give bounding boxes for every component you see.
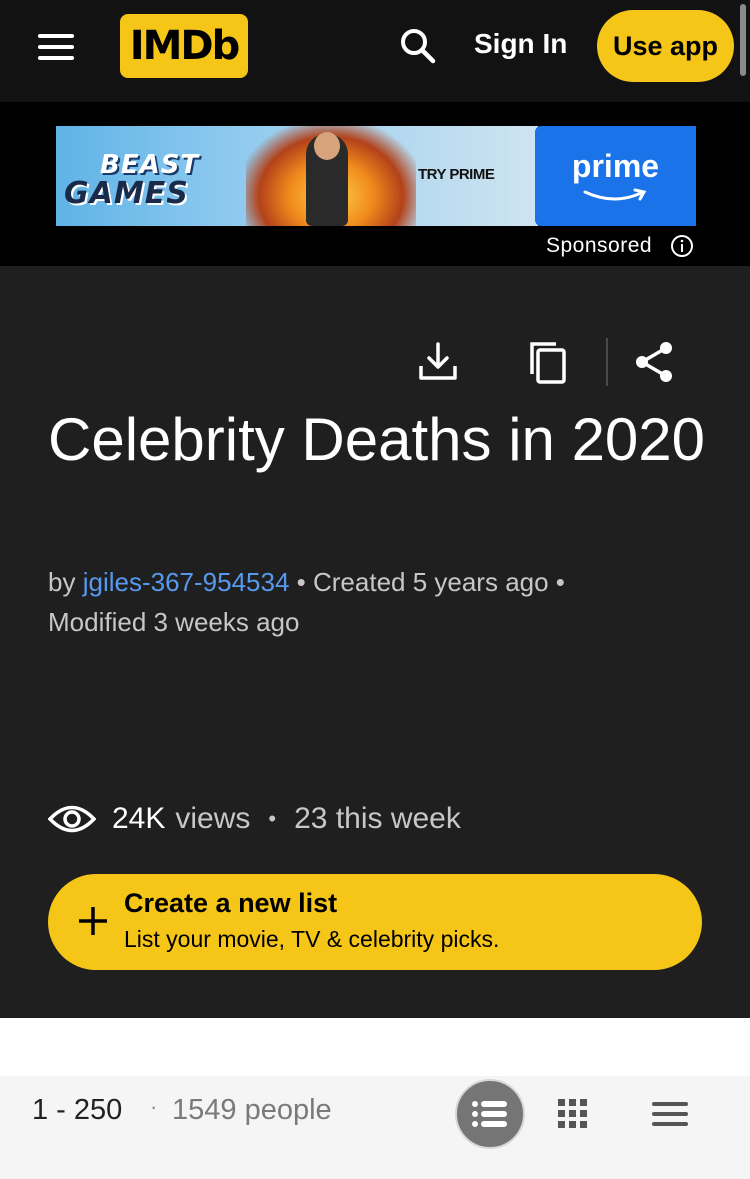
- share-icon[interactable]: [630, 338, 678, 386]
- download-icon[interactable]: [414, 338, 462, 386]
- scrollbar[interactable]: [740, 4, 746, 76]
- views-count: 24K: [112, 802, 166, 835]
- author-link[interactable]: jgiles-367-954534: [83, 567, 290, 597]
- info-icon[interactable]: [670, 234, 694, 258]
- prime-smile-icon: [583, 188, 647, 201]
- prime-logo: prime: [571, 148, 660, 184]
- sponsored-label: Sponsored: [546, 234, 653, 257]
- view-stats: 24K views • 23 this week: [48, 796, 461, 842]
- eye-icon: [48, 805, 96, 833]
- create-list-button[interactable]: Create a new list List your movie, TV & …: [48, 874, 702, 970]
- create-list-subtitle: List your movie, TV & celebrity picks.: [124, 926, 500, 952]
- hamburger-menu-icon[interactable]: [36, 30, 76, 64]
- search-icon[interactable]: [396, 24, 440, 68]
- views-this-week: 23 this week: [294, 802, 461, 835]
- use-app-button[interactable]: Use app: [597, 10, 734, 82]
- copy-icon[interactable]: [524, 338, 572, 386]
- people-count: 1549 people: [172, 1094, 332, 1126]
- compact-list-view-icon[interactable]: [635, 1079, 705, 1149]
- item-range: 1 - 250: [32, 1094, 123, 1126]
- create-list-title: Create a new list: [124, 888, 338, 918]
- ad-person-head: [314, 132, 340, 160]
- detailed-list-view-icon[interactable]: [455, 1079, 525, 1149]
- actions-divider: [606, 338, 608, 386]
- ad-brand-line2: GAMES: [64, 176, 189, 211]
- ad-banner[interactable]: BEAST GAMES TRY PRIME prime: [56, 126, 696, 226]
- created-date: Created 5 years ago: [312, 567, 549, 597]
- imdb-logo[interactable]: IMDb: [120, 14, 248, 78]
- sign-in-button[interactable]: Sign In: [474, 28, 567, 60]
- list-metadata: by jgiles-367-954534 • Created 5 years a…: [48, 562, 708, 642]
- ad-cta: TRY PRIME: [418, 166, 495, 183]
- by-prefix: by: [48, 567, 76, 597]
- grid-view-icon[interactable]: [538, 1079, 608, 1149]
- list-header-section: Celebrity Deaths in 2020 by jgiles-367-9…: [0, 266, 750, 1018]
- ad-prime-panel: prime: [535, 126, 696, 226]
- meta-separator: •: [548, 567, 565, 597]
- modified-date: Modified 3 weeks ago: [48, 607, 300, 637]
- page-title: Celebrity Deaths in 2020: [48, 406, 706, 473]
- toolbar-separator: ·: [150, 1094, 158, 1119]
- top-navigation-bar: IMDb Sign In Use app: [0, 0, 750, 102]
- views-label: views: [175, 802, 251, 835]
- meta-separator: •: [296, 567, 313, 597]
- views-separator: •: [268, 806, 277, 831]
- ad-banner-container: BEAST GAMES TRY PRIME prime Sponsored: [0, 102, 750, 266]
- plus-icon: [79, 907, 107, 935]
